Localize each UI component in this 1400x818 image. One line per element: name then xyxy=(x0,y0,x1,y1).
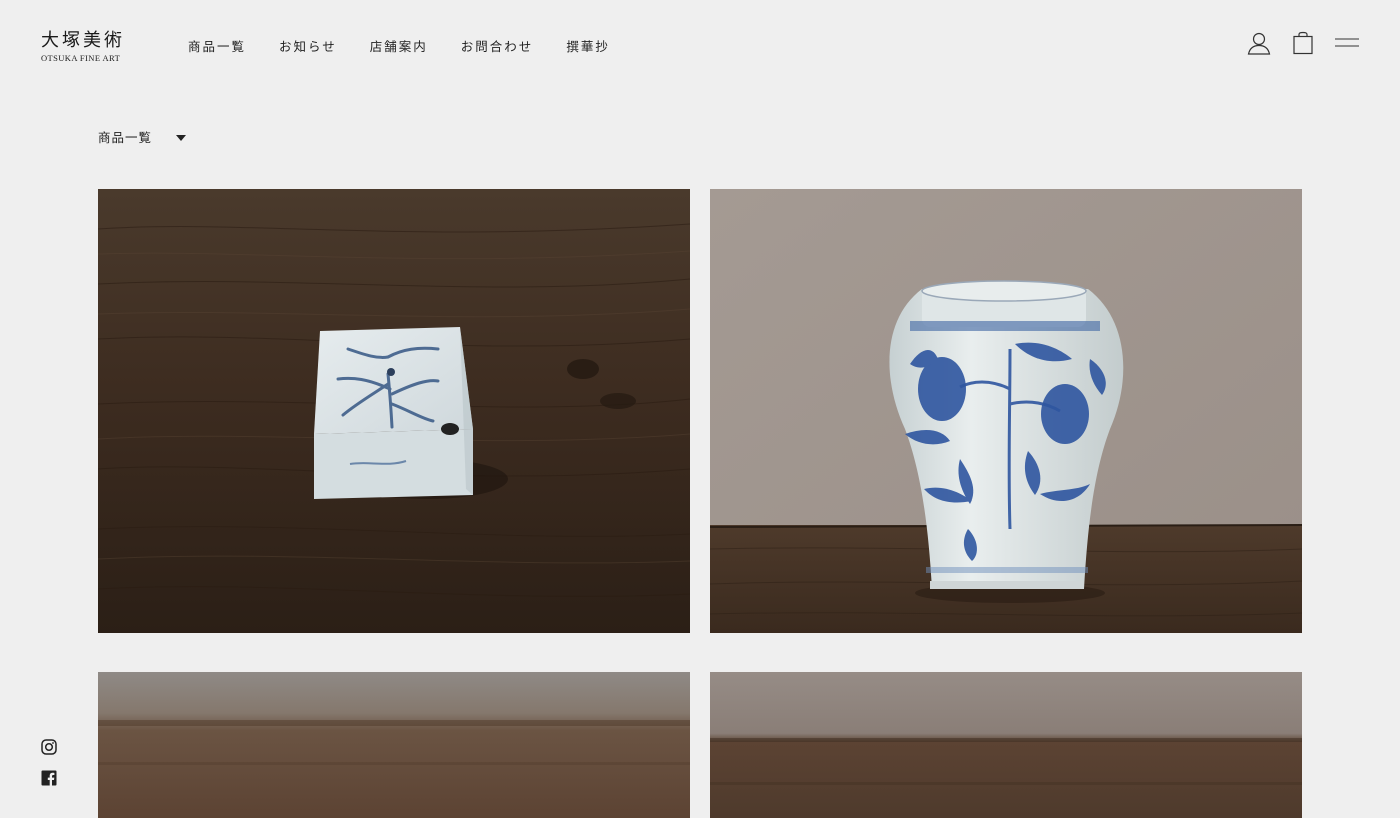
site-logo[interactable]: 大塚美術 OTSUKA FINE ART xyxy=(41,31,133,64)
product-card[interactable] xyxy=(710,189,1302,633)
product-card[interactable] xyxy=(98,189,690,633)
caret-down-icon xyxy=(176,135,187,141)
main-nav: 商品一覧 お知らせ 店舗案内 お問合わせ 撰華抄 xyxy=(188,38,643,56)
nav-item-contact[interactable]: お問合わせ xyxy=(461,38,534,56)
hamburger-menu-icon[interactable] xyxy=(1334,30,1360,56)
product-image xyxy=(710,672,1302,818)
facebook-icon[interactable] xyxy=(41,770,57,786)
category-dropdown-label: 商品一覧 xyxy=(98,130,153,145)
logo-name-kanji: 大塚美術 xyxy=(41,30,125,51)
product-card[interactable] xyxy=(710,672,1302,818)
product-card[interactable] xyxy=(98,672,690,818)
nav-item-store-info[interactable]: 店舗案内 xyxy=(370,38,428,56)
category-dropdown[interactable]: 商品一覧 xyxy=(98,129,187,147)
nav-item-news[interactable]: お知らせ xyxy=(279,38,337,56)
site-header: 大塚美術 OTSUKA FINE ART 商品一覧 お知らせ 店舗案内 お問合わ… xyxy=(0,0,1400,92)
product-image xyxy=(710,189,1302,633)
instagram-icon[interactable] xyxy=(41,739,57,755)
product-image xyxy=(98,672,690,818)
product-image xyxy=(98,189,690,633)
user-icon[interactable] xyxy=(1246,30,1272,56)
nav-item-products[interactable]: 商品一覧 xyxy=(188,38,246,56)
logo-name-roman: OTSUKA FINE ART xyxy=(41,53,121,63)
nav-item-senkasho[interactable]: 撰華抄 xyxy=(566,38,610,56)
shopping-bag-icon[interactable] xyxy=(1290,30,1316,56)
